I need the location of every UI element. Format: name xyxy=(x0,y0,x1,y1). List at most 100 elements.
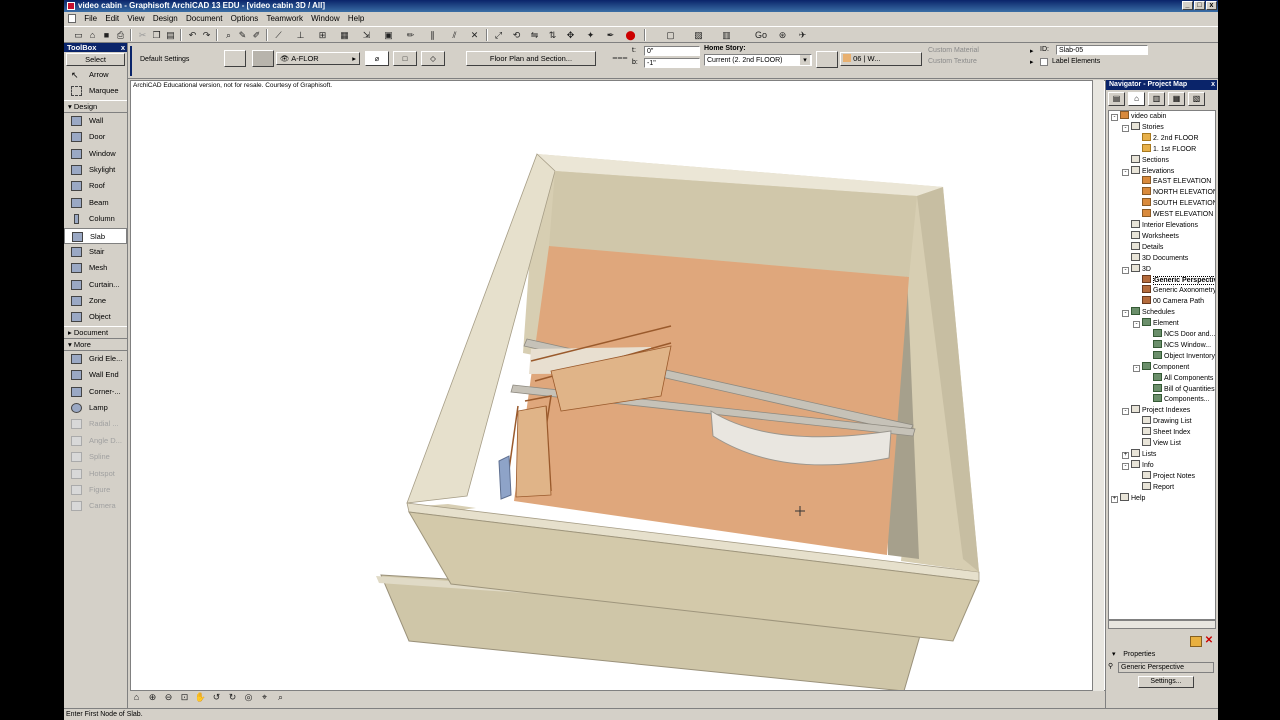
menu-view[interactable]: View xyxy=(124,12,147,25)
view-tab-icon[interactable]: ⌂ xyxy=(130,691,143,703)
tool-skylight[interactable]: Skylight xyxy=(64,162,127,178)
tree-item[interactable]: - 3D xyxy=(1122,263,1151,275)
collapse-icon[interactable]: - xyxy=(1133,364,1140,372)
zoom-in-icon[interactable]: ⊕ xyxy=(146,691,159,703)
project-map-tree[interactable]: - video cabin - Stories 2. 2nd FLOOR 1. 1st F… xyxy=(1108,110,1216,620)
zoom-rect-icon[interactable]: ⌕ xyxy=(274,691,287,703)
zoom-out-icon[interactable]: ⊖ xyxy=(162,691,175,703)
tool-wall-end[interactable]: Wall End xyxy=(64,367,127,383)
tree-item[interactable]: - Info xyxy=(1122,459,1154,471)
rotated-rect-button[interactable]: ◇ xyxy=(421,51,445,66)
collapse-icon[interactable]: - xyxy=(1122,266,1129,274)
tool-door[interactable]: Door xyxy=(64,129,127,145)
document-section-header[interactable]: ▸ Document xyxy=(64,325,127,339)
tree-item[interactable]: Sheet Index xyxy=(1133,427,1190,438)
tool-roof[interactable]: Roof xyxy=(64,178,127,194)
tree-item[interactable]: SOUTH ELEVATION xyxy=(1133,198,1215,209)
publisher-tab[interactable]: ▧ xyxy=(1188,92,1205,106)
toolbox-title[interactable]: ToolBox x xyxy=(64,43,127,52)
menu-document[interactable]: Document xyxy=(183,12,225,25)
tool-curtain-wall[interactable]: Curtain... xyxy=(64,277,127,293)
new-folder-icon[interactable] xyxy=(1190,636,1202,647)
title-bar[interactable]: video cabin - Graphisoft ArchiCAD 13 EDU… xyxy=(64,0,1218,12)
slab-settings-button[interactable] xyxy=(224,50,246,67)
tool-mesh[interactable]: Mesh xyxy=(64,260,127,276)
orbit-icon[interactable]: ⊛ xyxy=(776,29,789,41)
tree-item[interactable]: WEST ELEVATION xyxy=(1133,209,1213,220)
3d-view-canvas[interactable]: ArchiCAD Educational version, not for re… xyxy=(130,80,1156,691)
tree-item[interactable]: - video cabin xyxy=(1111,111,1166,122)
tree-item[interactable]: NCS Door and... xyxy=(1144,329,1215,340)
redo-icon[interactable]: ↷ xyxy=(200,29,213,41)
next-zoom-icon[interactable]: ↻ xyxy=(226,691,239,703)
tree-item[interactable]: - Schedules xyxy=(1122,307,1175,318)
menu-teamwork[interactable]: Teamwork xyxy=(263,12,305,25)
elevate-icon[interactable]: ⇅ xyxy=(546,29,559,41)
expand-icon[interactable]: + xyxy=(1122,451,1129,459)
tree-item[interactable]: All Components xyxy=(1144,372,1213,384)
structure-button[interactable] xyxy=(252,50,274,67)
floor-plan-section-button[interactable]: Floor Plan and Section... xyxy=(466,51,596,66)
tree-item[interactable]: NORTH ELEVATION xyxy=(1133,187,1215,198)
tool-grid-element[interactable]: Grid Ele... xyxy=(64,351,127,367)
tool-stair[interactable]: Stair xyxy=(64,244,127,260)
mirror-icon[interactable]: ⇋ xyxy=(528,29,541,41)
pan-icon[interactable]: ✋ xyxy=(194,691,207,703)
tree-item[interactable]: NCS Window... xyxy=(1144,339,1211,351)
tree-item[interactable]: Generic Axonometry xyxy=(1133,285,1215,296)
more-section-header[interactable]: ▾ More xyxy=(64,339,127,351)
tool-window[interactable]: Window xyxy=(64,146,127,162)
view-map-tab[interactable]: ▥ xyxy=(1148,92,1165,106)
open-icon[interactable]: ⌂ xyxy=(86,29,99,41)
properties-header[interactable]: ▾ Properties xyxy=(1108,650,1218,660)
navigate-icon[interactable]: ✈ xyxy=(796,29,809,41)
tree-horizontal-scrollbar[interactable] xyxy=(1108,620,1216,629)
guide-icon[interactable]: ⊥ xyxy=(294,29,307,41)
select-button[interactable]: Select xyxy=(66,53,125,66)
collapse-icon[interactable]: - xyxy=(1122,124,1129,132)
magic-wand-icon[interactable]: ✦ xyxy=(584,29,597,41)
tree-item[interactable]: Bill of Quantities xyxy=(1144,383,1215,395)
document-icon[interactable] xyxy=(68,14,76,23)
pick-up-icon[interactable]: ✎ xyxy=(236,29,249,41)
navigator-title[interactable]: Navigator - Project Map x xyxy=(1106,80,1217,90)
navigator-menu-icon[interactable]: ▤ xyxy=(1108,92,1125,106)
project-map-tab[interactable]: ⌂ xyxy=(1128,92,1145,106)
close-icon[interactable]: x xyxy=(1211,80,1215,90)
tree-item[interactable]: Report xyxy=(1133,481,1174,493)
tool-beam[interactable]: Beam xyxy=(64,195,127,211)
collapse-icon[interactable]: - xyxy=(1133,321,1140,329)
menu-design[interactable]: Design xyxy=(150,12,181,25)
top-offset-field[interactable]: 0" xyxy=(644,46,700,56)
design-section-header[interactable]: ▾ Design xyxy=(64,99,127,113)
tree-item[interactable]: - Stories xyxy=(1122,121,1164,133)
tree-item[interactable]: EAST ELEVATION xyxy=(1133,176,1211,187)
menu-help[interactable]: Help xyxy=(345,12,367,25)
tool-wall[interactable]: Wall xyxy=(64,113,127,129)
menu-file[interactable]: File xyxy=(81,12,100,25)
tree-item[interactable]: 3D Documents xyxy=(1122,252,1188,264)
find-select-icon[interactable]: ⌕ xyxy=(222,29,235,41)
intersect-icon[interactable]: ✕ xyxy=(468,29,481,41)
tool-marquee[interactable]: Marquee xyxy=(64,83,127,99)
menu-options[interactable]: Options xyxy=(228,12,262,25)
tree-item[interactable]: Object Inventory xyxy=(1144,350,1215,362)
rectangle-method-button[interactable]: □ xyxy=(393,51,417,66)
layer-select[interactable]: 👁 A-FLOR ▸ xyxy=(276,52,360,65)
collapse-icon[interactable]: - xyxy=(1111,114,1118,121)
paste-icon[interactable]: ▤ xyxy=(164,29,177,41)
tool-column[interactable]: Column xyxy=(64,211,127,227)
collapse-icon[interactable]: - xyxy=(1122,168,1129,176)
polygon-method-button[interactable]: ⌀ xyxy=(365,51,389,66)
tree-item[interactable]: - Element xyxy=(1133,318,1179,329)
collapse-icon[interactable]: - xyxy=(1122,462,1129,470)
collapse-icon[interactable]: - xyxy=(1122,310,1129,318)
menu-edit[interactable]: Edit xyxy=(102,12,122,25)
tree-item[interactable]: Drawing List xyxy=(1133,416,1192,427)
snap-icon[interactable]: ⟋ xyxy=(272,29,285,41)
save-icon[interactable]: ■ xyxy=(100,29,113,41)
print-icon[interactable]: ⎙ xyxy=(114,29,127,41)
home-story-select[interactable]: Current (2. 2nd FLOOR) ▾ xyxy=(704,54,812,66)
tree-item[interactable]: Worksheets xyxy=(1122,230,1179,242)
menu-window[interactable]: Window xyxy=(308,12,342,25)
